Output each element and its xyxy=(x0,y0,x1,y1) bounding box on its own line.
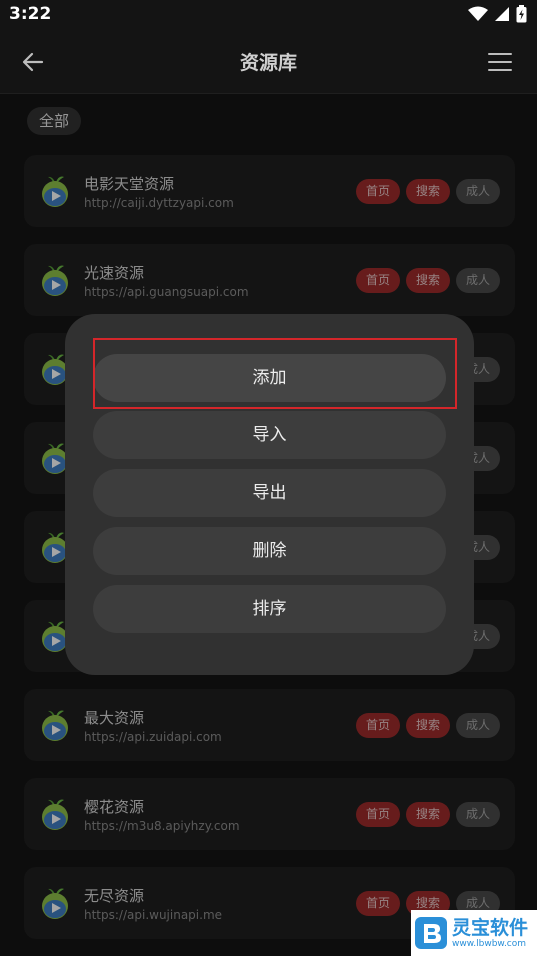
app-bar: 资源库 xyxy=(0,28,537,94)
status-bar: 3:22 xyxy=(0,0,537,28)
wifi-icon xyxy=(468,6,488,21)
battery-icon xyxy=(516,5,527,23)
watermark-logo-icon xyxy=(415,917,447,949)
screen: 3:22 资源库 全部 电影天堂资源 http://caiji.dyttzyap… xyxy=(0,0,537,956)
watermark-url: www.lbwbw.com xyxy=(452,938,527,949)
export-button[interactable]: 导出 xyxy=(93,469,446,517)
signal-icon xyxy=(495,7,509,21)
watermark: 灵宝软件 www.lbwbw.com xyxy=(411,910,537,956)
menu-button[interactable] xyxy=(487,50,513,74)
watermark-title: 灵宝软件 xyxy=(452,916,529,939)
status-icons xyxy=(468,5,527,23)
highlight-box xyxy=(93,338,457,409)
page-title: 资源库 xyxy=(239,52,297,74)
status-time: 3:22 xyxy=(9,4,52,24)
delete-button[interactable]: 删除 xyxy=(93,527,446,575)
sort-button[interactable]: 排序 xyxy=(93,585,446,633)
hamburger-icon xyxy=(488,53,512,71)
import-button[interactable]: 导入 xyxy=(93,411,446,459)
